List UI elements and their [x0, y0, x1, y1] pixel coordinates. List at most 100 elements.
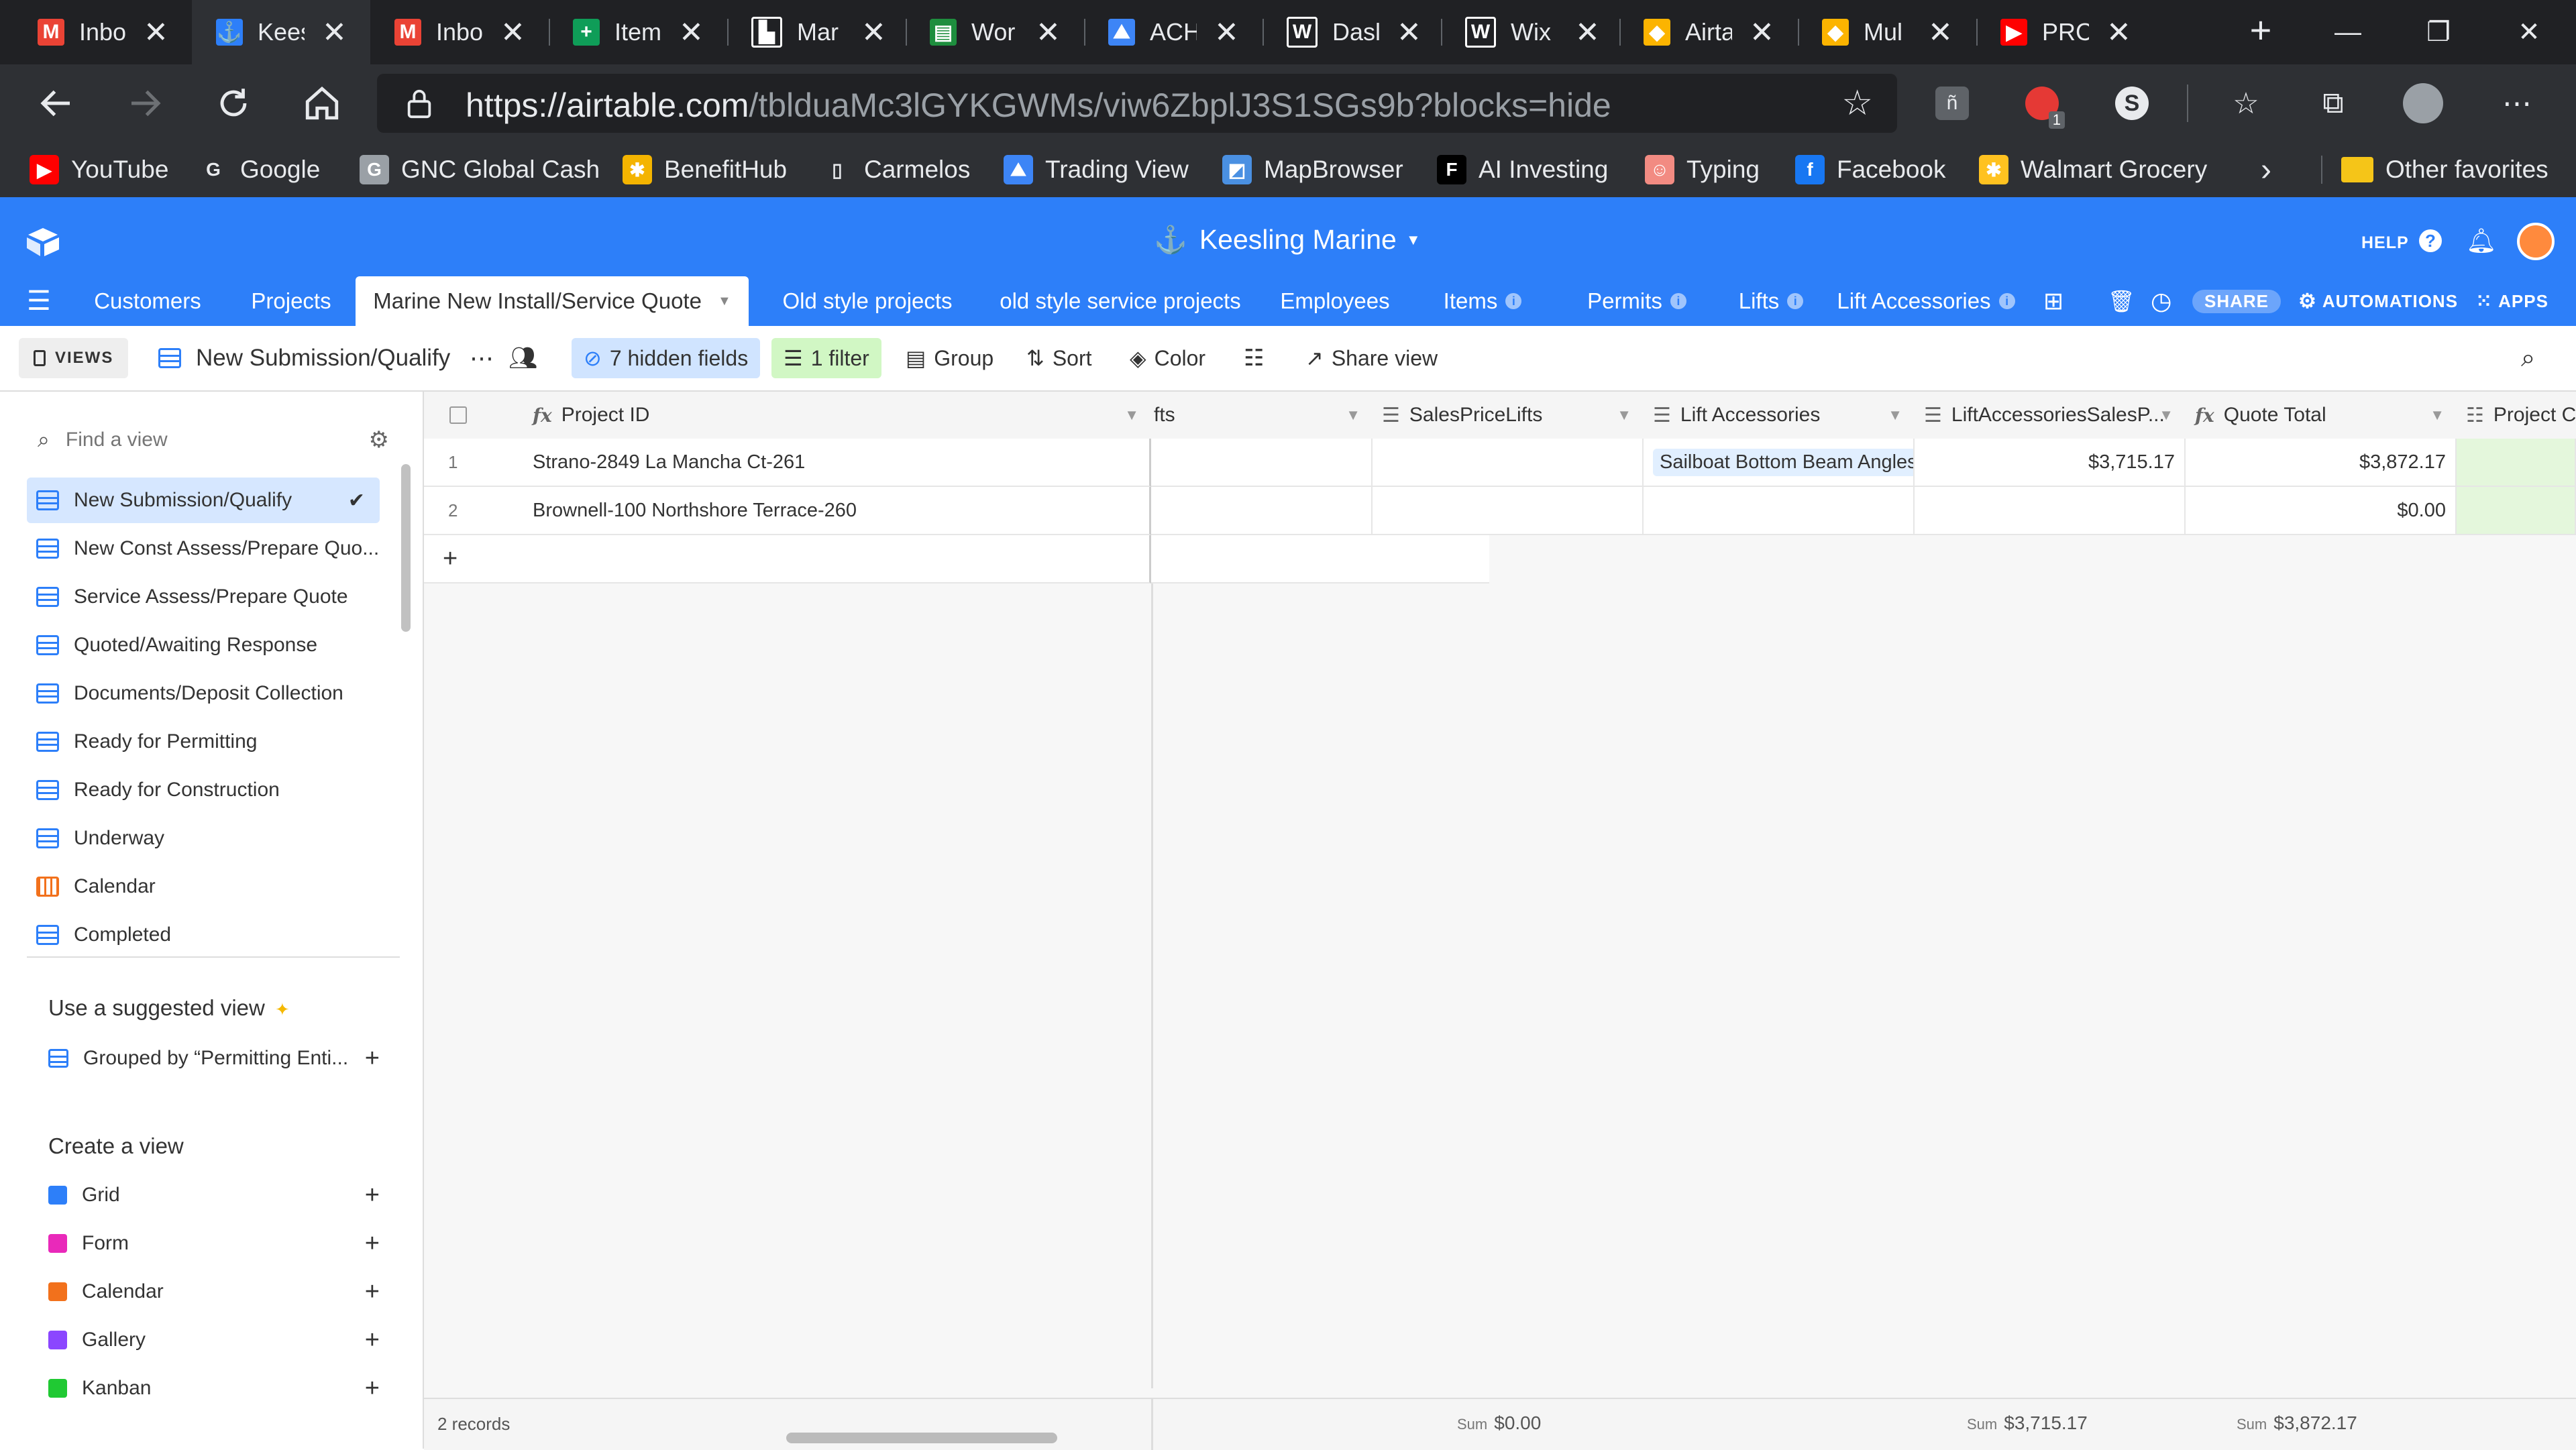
row-number-cell[interactable]: 2 [424, 487, 511, 535]
close-tab-icon[interactable]: ✕ [1928, 15, 1953, 50]
add-record-cell[interactable]: + [424, 535, 1151, 583]
browser-tab[interactable]: ◆ Airta ✕ [1619, 0, 1798, 64]
help-link[interactable]: HELP [2361, 233, 2409, 253]
extension-s-icon[interactable]: S [2110, 82, 2153, 125]
column-header-project-id[interactable]: fx Project ID ▼ [511, 392, 1153, 440]
select-all-checkbox[interactable] [449, 406, 467, 424]
add-view-icon[interactable]: + [365, 1326, 380, 1355]
table-tab[interactable]: Lifts i [1711, 276, 1831, 326]
table-tab[interactable]: Employees [1261, 276, 1409, 326]
lift-accessories-cell[interactable] [1644, 487, 1915, 535]
apps-button[interactable]: ⁙ APPS [2475, 276, 2548, 326]
add-view-icon[interactable]: + [365, 1374, 380, 1403]
linked-record-pill[interactable]: Sailboat Bottom Beam Angles [1653, 448, 1913, 476]
table-tab[interactable]: Lift Accessories i [1829, 276, 2023, 326]
add-view-icon[interactable]: + [365, 1278, 380, 1306]
table-tab[interactable]: old style service projects [977, 276, 1264, 326]
fts-cell[interactable] [1151, 487, 1373, 535]
sidebar-view-item[interactable]: Ready for Construction [27, 767, 380, 813]
search-icon[interactable]: ⌕ [2521, 338, 2535, 378]
sidebar-scrollbar[interactable] [401, 464, 411, 632]
create-view-item[interactable]: Kanban + [38, 1365, 386, 1411]
project-contract-status-cell[interactable] [2457, 439, 2576, 487]
settings-gear-icon[interactable]: ⚙ [369, 427, 389, 453]
chevron-down-icon[interactable]: ▼ [2159, 406, 2174, 424]
browser-tab[interactable]: ▙ Mar ✕ [727, 0, 906, 64]
notifications-bell-icon[interactable]: 🔔︎ [2466, 227, 2497, 255]
table-tab[interactable]: Projects [228, 276, 354, 326]
airtable-logo-icon[interactable] [25, 227, 62, 258]
forward-button[interactable] [118, 76, 172, 130]
browser-tab[interactable]: W Dasl ✕ [1263, 0, 1441, 64]
add-table-icon[interactable]: ⊞ [2043, 276, 2063, 326]
browser-tab[interactable]: W Wix ✕ [1441, 0, 1619, 64]
close-tab-icon[interactable]: ✕ [1214, 15, 1239, 50]
quote-total-cell[interactable]: $0.00 [2186, 487, 2457, 535]
browser-tab[interactable]: M Inbo ✕ [370, 0, 549, 64]
column-header[interactable]: fts ▼ [1151, 392, 1374, 440]
chevron-down-icon[interactable]: ▼ [1617, 406, 1631, 424]
sum-quote-summary[interactable]: Sum $3,872.17 [2237, 1412, 2357, 1434]
bookmark-item[interactable]: ▶ YouTube [30, 142, 168, 197]
close-tab-icon[interactable]: ✕ [2106, 15, 2131, 50]
quote-total-cell[interactable]: $3,872.17 [2186, 439, 2457, 487]
refresh-button[interactable] [207, 76, 260, 130]
browser-tab[interactable]: ⚓ Kees ✕ [192, 0, 370, 64]
filter-button[interactable]: ☰ 1 filter [771, 338, 881, 378]
home-button[interactable] [295, 76, 349, 130]
horizontal-scrollbar[interactable] [786, 1433, 1057, 1443]
column-header[interactable]: ☰ LiftAccessoriesSalesP... ▼ [1915, 392, 2187, 440]
bookmark-item[interactable]: ✱ Walmart Grocery [1979, 142, 2207, 197]
sidebar-view-item[interactable]: Service Assess/Prepare Quote [27, 574, 380, 620]
salespricelifts-cell[interactable] [1373, 487, 1644, 535]
suggested-view-item[interactable]: Grouped by “Permitting Enti... + [38, 1036, 386, 1081]
bookmark-item[interactable]: F AI Investing [1437, 142, 1608, 197]
trash-icon[interactable]: 🗑︎ [2108, 276, 2135, 326]
url-text[interactable]: https://airtable.com/tblduaMc3lGYKGWMs/v… [466, 86, 1611, 125]
browser-tab[interactable]: ▤ Wor ✕ [906, 0, 1084, 64]
window-close-button[interactable]: ✕ [2482, 0, 2576, 64]
views-toggle-button[interactable]: VIEWS [19, 338, 129, 378]
row-height-icon[interactable]: ☷ [1244, 338, 1264, 378]
hidden-fields-button[interactable]: ⊘ 7 hidden fields [572, 338, 761, 378]
add-view-icon[interactable]: + [365, 1181, 380, 1210]
find-view-input[interactable] [64, 428, 322, 452]
project-id-cell[interactable]: Brownell-100 Northshore Terrace-260 [511, 487, 1151, 535]
bookmark-item[interactable]: ◩ MapBrowser [1222, 142, 1403, 197]
back-button[interactable] [30, 76, 83, 130]
help-icon[interactable]: ? [2419, 229, 2442, 252]
bookmark-item[interactable]: ✱ BenefitHub [623, 142, 787, 197]
sidebar-view-item[interactable]: Completed [27, 912, 380, 958]
chevron-down-icon[interactable]: ▼ [1124, 406, 1139, 424]
add-view-icon[interactable]: + [365, 1229, 380, 1258]
sidebar-view-item[interactable]: Quoted/Awaiting Response [27, 622, 380, 668]
history-icon[interactable]: ◷ [2151, 276, 2171, 326]
automations-button[interactable]: ⚙︎ AUTOMATIONS [2298, 276, 2458, 326]
project-contract-status-cell[interactable] [2457, 487, 2576, 535]
create-view-item[interactable]: Form + [38, 1221, 386, 1266]
browser-tab[interactable]: ◆ Mul ✕ [1798, 0, 1976, 64]
column-header[interactable]: fx Quote Total ▼ [2186, 392, 2458, 440]
table-tab[interactable]: Old style projects [755, 276, 979, 326]
table-tab[interactable]: Permits i [1556, 276, 1717, 326]
caret-down-icon[interactable]: ▼ [718, 294, 731, 309]
bookmark-item[interactable]: G GNC Global Cash [360, 142, 600, 197]
bookmark-item[interactable]: ▯ Carmelos [822, 142, 970, 197]
table-tab[interactable]: Items i [1415, 276, 1550, 326]
group-button[interactable]: ▤ Group [906, 338, 994, 378]
collaborators-icon[interactable]: 👥︎ [508, 338, 537, 378]
menu-more-icon[interactable]: ⋯ [2496, 82, 2538, 125]
close-tab-icon[interactable]: ✕ [1036, 15, 1061, 50]
browser-tab[interactable]: M Inbo ✕ [13, 0, 192, 64]
extension-h-icon[interactable]: ñ [1931, 82, 1974, 125]
close-tab-icon[interactable]: ✕ [861, 15, 886, 50]
minimize-button[interactable]: — [2301, 0, 2395, 64]
more-bookmarks-chevron-icon[interactable]: › [2261, 142, 2271, 197]
sidebar-view-item[interactable]: Calendar [27, 864, 380, 909]
close-tab-icon[interactable]: ✕ [1575, 15, 1600, 50]
column-header[interactable]: ☰ SalesPriceLifts ▼ [1373, 392, 1645, 440]
close-tab-icon[interactable]: ✕ [144, 15, 168, 50]
hamburger-menu-icon[interactable]: ☰ [27, 276, 51, 326]
sidebar-view-item[interactable]: Ready for Permitting [27, 719, 380, 765]
find-view-field[interactable]: ⌕ ⚙ [27, 420, 389, 460]
